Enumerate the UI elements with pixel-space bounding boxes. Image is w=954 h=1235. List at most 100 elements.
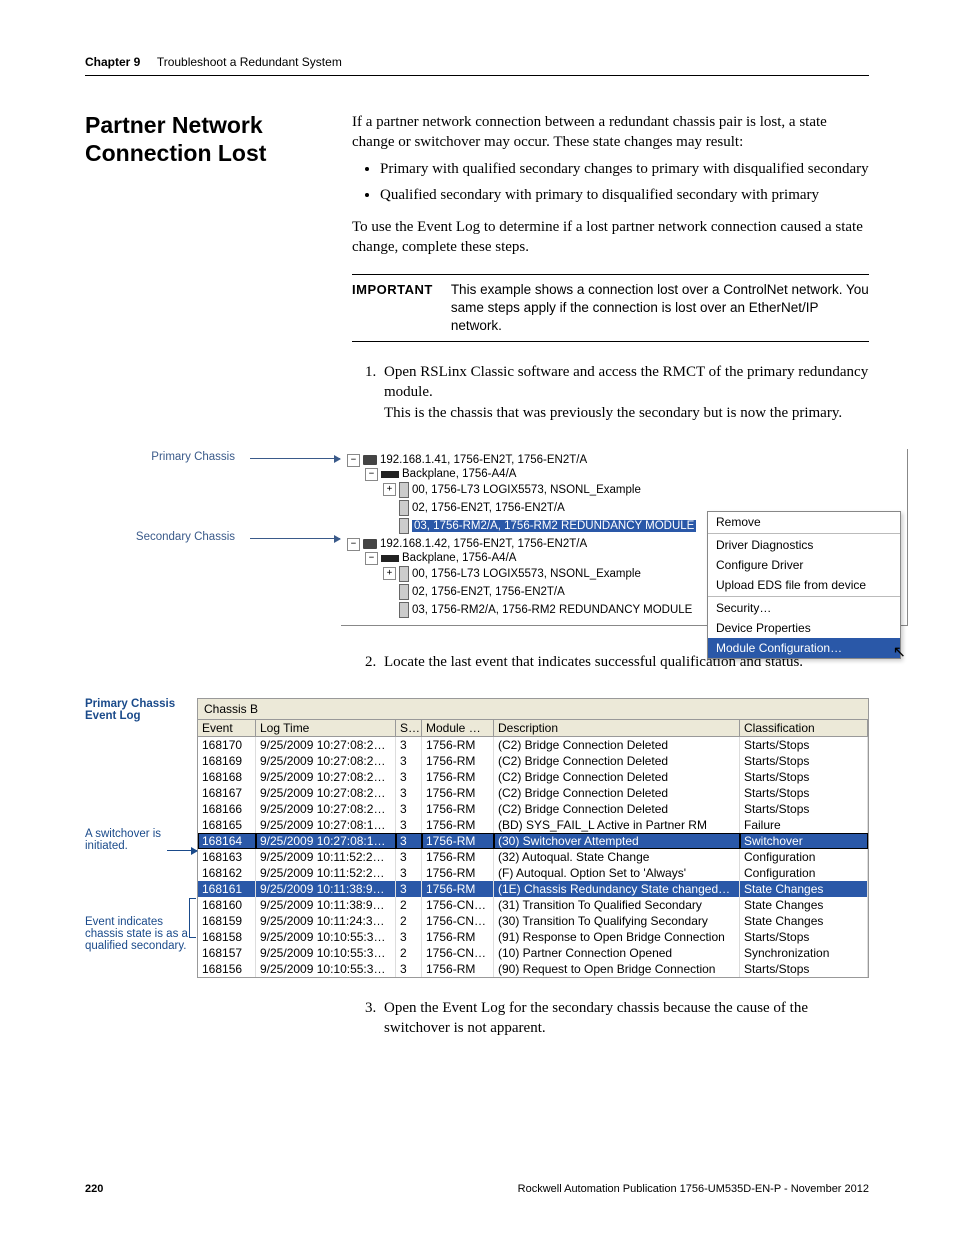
table-cell[interactable]: (C2) Bridge Connection Deleted <box>494 801 740 817</box>
col-description[interactable]: Description <box>494 720 740 736</box>
table-cell[interactable]: 168157 <box>198 945 256 961</box>
table-cell[interactable]: 1756-RM <box>422 817 494 833</box>
table-cell[interactable]: (C2) Bridge Connection Deleted <box>494 785 740 801</box>
table-cell[interactable]: 9/25/2009 10:27:08:2… <box>256 785 396 801</box>
table-cell[interactable]: (31) Transition To Qualified Secondary <box>494 897 740 913</box>
table-cell[interactable]: Starts/Stops <box>740 961 868 977</box>
table-cell[interactable]: Failure <box>740 817 868 833</box>
table-cell[interactable]: 9/25/2009 10:11:24:3… <box>256 913 396 929</box>
table-cell[interactable]: 3 <box>396 753 422 769</box>
table-cell[interactable]: (30) Transition To Qualifying Secondary <box>494 913 740 929</box>
ctx-device-properties[interactable]: Device Properties <box>708 618 900 638</box>
table-cell[interactable]: 2 <box>396 913 422 929</box>
table-cell[interactable]: Switchover <box>740 833 868 849</box>
tree-node[interactable]: 00, 1756-L73 LOGIX5573, NSONL_Example <box>412 484 641 496</box>
table-cell[interactable]: 1756-CN… <box>422 897 494 913</box>
tree-node[interactable]: 192.168.1.42, 1756-EN2T, 1756-EN2T/A <box>380 538 587 550</box>
table-cell[interactable]: (32) Autoqual. State Change <box>494 849 740 865</box>
table-cell[interactable]: Synchronization <box>740 945 868 961</box>
table-cell[interactable]: 168162 <box>198 865 256 881</box>
table-cell[interactable]: (C2) Bridge Connection Deleted <box>494 737 740 753</box>
table-cell[interactable]: 3 <box>396 961 422 977</box>
table-cell[interactable]: Starts/Stops <box>740 785 868 801</box>
table-cell[interactable]: 3 <box>396 785 422 801</box>
table-cell[interactable]: 3 <box>396 817 422 833</box>
table-cell[interactable]: 9/25/2009 10:10:55:3… <box>256 945 396 961</box>
table-cell[interactable]: (91) Response to Open Bridge Connection <box>494 929 740 945</box>
event-log-table[interactable]: Chassis B Event Log Time S… Module … Des… <box>197 698 869 978</box>
table-cell[interactable]: Starts/Stops <box>740 801 868 817</box>
ctx-upload-eds[interactable]: Upload EDS file from device <box>708 575 900 595</box>
table-cell[interactable]: 2 <box>396 945 422 961</box>
table-cell[interactable]: (C2) Bridge Connection Deleted <box>494 753 740 769</box>
col-slot[interactable]: S… <box>396 720 422 736</box>
table-cell[interactable]: 9/25/2009 10:11:38:9… <box>256 881 396 897</box>
table-cell[interactable]: 9/25/2009 10:10:55:3… <box>256 929 396 945</box>
col-classification[interactable]: Classification <box>740 720 868 736</box>
table-cell[interactable]: 9/25/2009 10:27:08:2… <box>256 801 396 817</box>
table-cell[interactable]: 9/25/2009 10:27:08:2… <box>256 737 396 753</box>
table-cell[interactable]: (10) Partner Connection Opened <box>494 945 740 961</box>
table-cell[interactable]: 9/25/2009 10:10:55:3… <box>256 961 396 977</box>
col-event[interactable]: Event <box>198 720 256 736</box>
table-cell[interactable]: 168156 <box>198 961 256 977</box>
context-menu[interactable]: Remove Driver Diagnostics Configure Driv… <box>707 511 901 659</box>
table-cell[interactable]: 3 <box>396 737 422 753</box>
table-cell[interactable]: 168169 <box>198 753 256 769</box>
ctx-driver-diagnostics[interactable]: Driver Diagnostics <box>708 535 900 555</box>
table-cell[interactable]: (F) Autoqual. Option Set to 'Always' <box>494 865 740 881</box>
collapse-icon[interactable]: − <box>365 552 378 565</box>
table-cell[interactable]: 168158 <box>198 929 256 945</box>
tree-node[interactable]: 00, 1756-L73 LOGIX5573, NSONL_Example <box>412 568 641 580</box>
expand-icon[interactable]: + <box>383 483 396 496</box>
table-cell[interactable]: Configuration <box>740 865 868 881</box>
rslinx-tree[interactable]: − 192.168.1.41, 1756-EN2T, 1756-EN2T/A −… <box>341 449 908 626</box>
table-cell[interactable]: 1756-RM <box>422 753 494 769</box>
ctx-configure-driver[interactable]: Configure Driver <box>708 555 900 575</box>
table-cell[interactable]: 1756-RM <box>422 961 494 977</box>
table-cell[interactable]: 3 <box>396 881 422 897</box>
ctx-remove[interactable]: Remove <box>708 512 900 532</box>
table-cell[interactable]: 1756-RM <box>422 801 494 817</box>
table-cell[interactable]: 168170 <box>198 737 256 753</box>
collapse-icon[interactable]: − <box>365 468 378 481</box>
table-cell[interactable]: Starts/Stops <box>740 753 868 769</box>
tree-node-selected[interactable]: 03, 1756-RM2/A, 1756-RM2 REDUNDANCY MODU… <box>412 520 696 532</box>
table-cell[interactable]: 1756-RM <box>422 737 494 753</box>
table-cell[interactable]: 1756-RM <box>422 929 494 945</box>
tree-node[interactable]: Backplane, 1756-A4/A <box>402 552 516 564</box>
ctx-security[interactable]: Security… <box>708 598 900 618</box>
table-cell[interactable]: State Changes <box>740 897 868 913</box>
tree-node[interactable]: Backplane, 1756-A4/A <box>402 468 516 480</box>
table-cell[interactable]: (30) Switchover Attempted <box>494 833 740 849</box>
table-cell[interactable]: (BD) SYS_FAIL_L Active in Partner RM <box>494 817 740 833</box>
table-cell[interactable]: 1756-RM <box>422 881 494 897</box>
table-cell[interactable]: 9/25/2009 10:11:38:9… <box>256 897 396 913</box>
table-cell[interactable]: 3 <box>396 849 422 865</box>
table-cell[interactable]: 1756-RM <box>422 849 494 865</box>
table-cell[interactable]: 3 <box>396 833 422 849</box>
table-cell[interactable]: (90) Request to Open Bridge Connection <box>494 961 740 977</box>
table-cell[interactable]: Configuration <box>740 849 868 865</box>
table-cell[interactable]: 168168 <box>198 769 256 785</box>
table-cell[interactable]: 1756-RM <box>422 833 494 849</box>
table-cell[interactable]: 1756-CN… <box>422 913 494 929</box>
table-cell[interactable]: State Changes <box>740 881 868 897</box>
table-cell[interactable]: 9/25/2009 10:27:08:1… <box>256 833 396 849</box>
table-cell[interactable]: (C2) Bridge Connection Deleted <box>494 769 740 785</box>
table-cell[interactable]: 3 <box>396 865 422 881</box>
table-cell[interactable]: (1E) Chassis Redundancy State changed… <box>494 881 740 897</box>
table-cell[interactable]: 2 <box>396 897 422 913</box>
table-cell[interactable]: 1756-RM <box>422 769 494 785</box>
table-cell[interactable]: 1756-RM <box>422 865 494 881</box>
table-cell[interactable]: 168160 <box>198 897 256 913</box>
tree-node[interactable]: 192.168.1.41, 1756-EN2T, 1756-EN2T/A <box>380 454 587 466</box>
table-cell[interactable]: 3 <box>396 801 422 817</box>
table-cell[interactable]: State Changes <box>740 913 868 929</box>
table-cell[interactable]: 168166 <box>198 801 256 817</box>
col-module[interactable]: Module … <box>422 720 494 736</box>
tree-node[interactable]: 02, 1756-EN2T, 1756-EN2T/A <box>412 502 565 514</box>
table-cell[interactable]: 1756-CN… <box>422 945 494 961</box>
table-cell[interactable]: 1756-RM <box>422 785 494 801</box>
col-logtime[interactable]: Log Time <box>256 720 396 736</box>
